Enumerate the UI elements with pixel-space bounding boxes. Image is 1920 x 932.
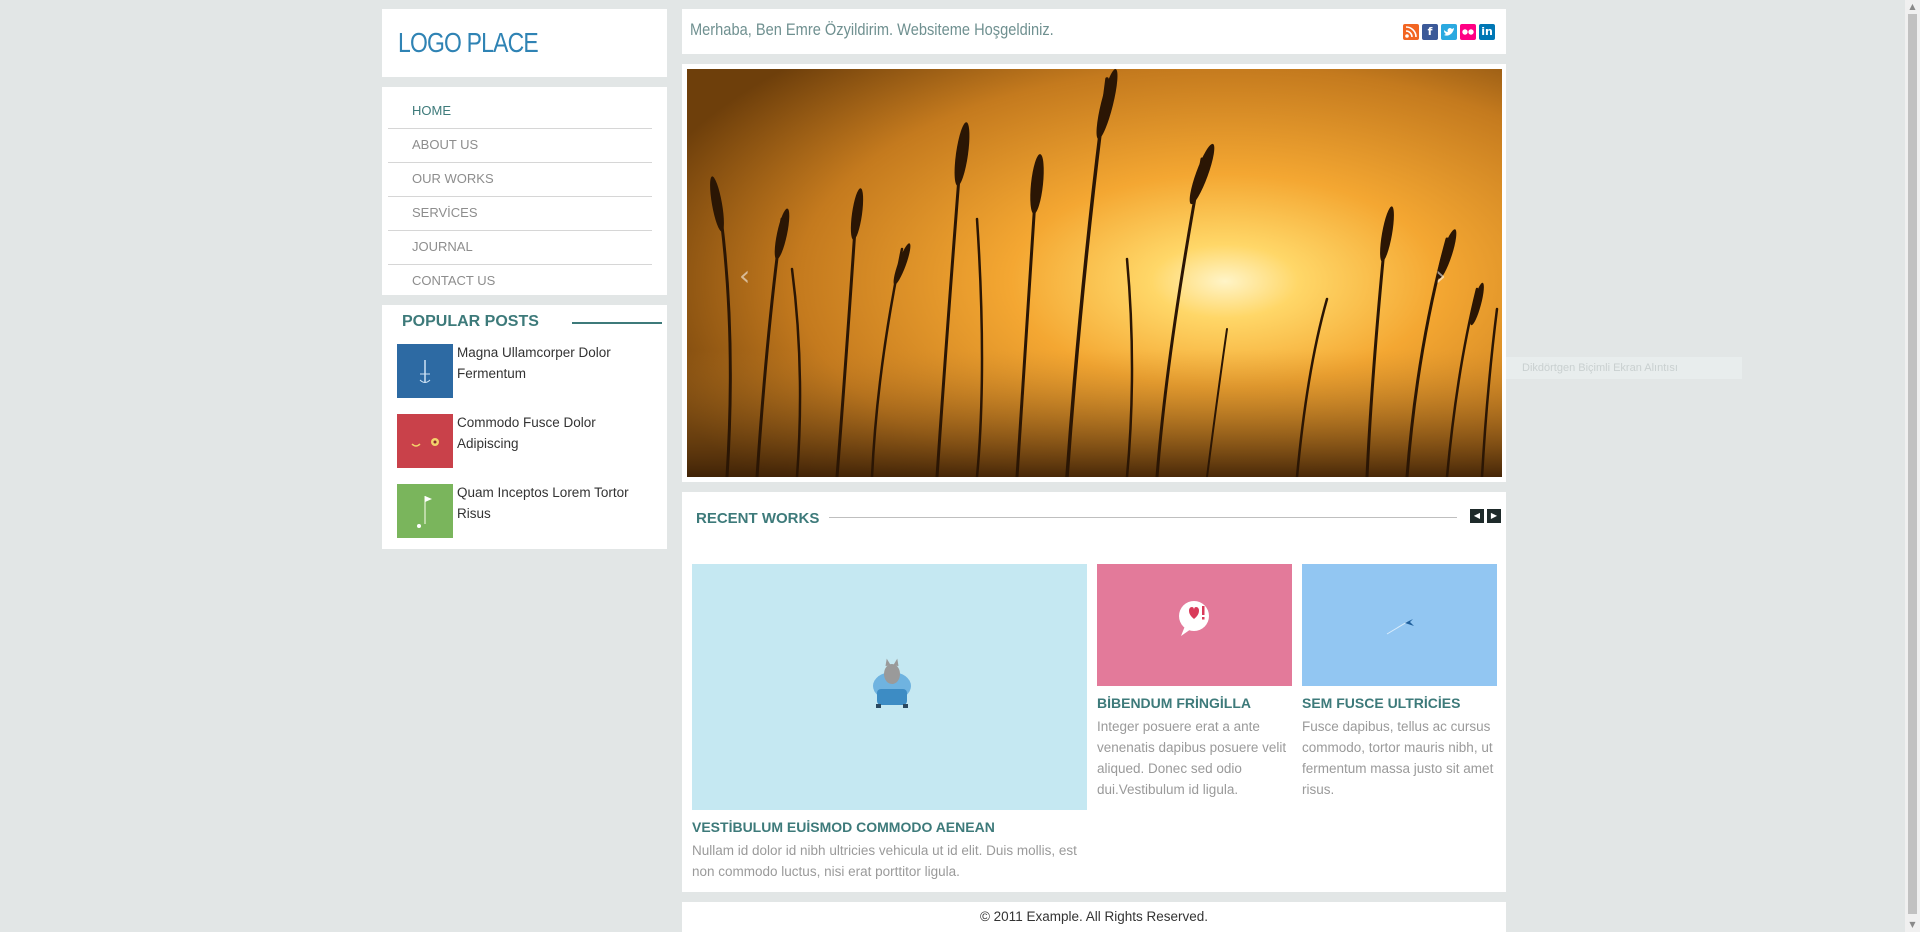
scroll-up-arrow-icon[interactable]: ▲ bbox=[1908, 2, 1917, 12]
work-description: Integer posuere erat a ante venenatis da… bbox=[1097, 719, 1287, 797]
popular-post-item[interactable]: Quam Inceptos Lorem Tortor Risus bbox=[397, 484, 662, 540]
works-prev-button[interactable]: ◀ bbox=[1470, 509, 1484, 523]
scroll-down-arrow-icon[interactable]: ▼ bbox=[1908, 920, 1917, 930]
flickr-icon[interactable] bbox=[1460, 24, 1476, 40]
work-description: Fusce dapibus, tellus ac cursus commodo,… bbox=[1302, 719, 1494, 797]
works-next-button[interactable]: ▶ bbox=[1487, 509, 1501, 523]
slider-image: ‹ › bbox=[687, 69, 1502, 477]
popular-post-item[interactable]: Commodo Fusce Dolor Adipiscing bbox=[397, 414, 662, 470]
post-title[interactable]: Quam Inceptos Lorem Tortor Risus bbox=[457, 482, 657, 524]
work-title[interactable]: SEM FUSCE ULTRİCİES bbox=[1302, 695, 1460, 711]
screenshot-tooltip: Dikdörtgen Biçimli Ekran Alıntısı bbox=[1506, 357, 1742, 379]
nav-item-services[interactable]: SERVİCES bbox=[388, 197, 652, 231]
vertical-scrollbar[interactable]: ▲ ▼ bbox=[1905, 0, 1920, 932]
cat-on-sofa-icon bbox=[873, 658, 911, 708]
popular-posts-title: POPULAR POSTS bbox=[402, 313, 539, 330]
scrollbar-thumb[interactable] bbox=[1908, 14, 1917, 914]
footer: © 2011 Example. All Rights Reserved. bbox=[682, 902, 1506, 932]
slider-next-button[interactable]: › bbox=[1435, 259, 1446, 292]
nav-item-contact-us[interactable]: CONTACT US bbox=[388, 265, 652, 298]
airplane-icon bbox=[1386, 619, 1414, 635]
speech-bubble-heart-icon bbox=[1179, 601, 1209, 636]
logo[interactable]: LOGO PLACE bbox=[398, 27, 539, 59]
nav-item-home[interactable]: HOME bbox=[388, 95, 652, 129]
golf-flag-icon bbox=[417, 496, 432, 528]
facebook-icon[interactable]: f bbox=[1422, 24, 1438, 40]
nav-list: HOME ABOUT US OUR WORKS SERVİCES JOURNAL… bbox=[388, 95, 652, 298]
post-title[interactable]: Magna Ullamcorper Dolor Fermentum bbox=[457, 342, 657, 384]
post-thumbnail[interactable] bbox=[397, 414, 453, 468]
logo-panel: LOGO PLACE bbox=[382, 9, 667, 77]
title-underline bbox=[572, 322, 662, 324]
copyright-text: © 2011 Example. All Rights Reserved. bbox=[979, 909, 1209, 924]
rss-icon[interactable] bbox=[1403, 24, 1419, 40]
popular-posts-panel: POPULAR POSTS Magna Ullamcorper Dolor Fe… bbox=[382, 305, 667, 549]
work-item[interactable]: VESTİBULUM EUİSMOD COMMODO AENEAN Nullam… bbox=[692, 564, 1087, 884]
popular-post-item[interactable]: Magna Ullamcorper Dolor Fermentum bbox=[397, 344, 662, 400]
nav-item-journal[interactable]: JOURNAL bbox=[388, 231, 652, 265]
nav-item-our-works[interactable]: OUR WORKS bbox=[388, 163, 652, 197]
recent-works-title: RECENT WORKS bbox=[696, 510, 820, 527]
face-icon bbox=[411, 438, 439, 447]
work-image[interactable] bbox=[1097, 564, 1292, 686]
main-navigation: HOME ABOUT US OUR WORKS SERVİCES JOURNAL… bbox=[382, 87, 667, 295]
work-title[interactable]: BİBENDUM FRİNGİLLA bbox=[1097, 695, 1251, 711]
work-item[interactable]: SEM FUSCE ULTRİCİES Fusce dapibus, tellu… bbox=[1302, 564, 1497, 884]
slider-prev-button[interactable]: ‹ bbox=[739, 259, 750, 292]
work-item[interactable]: BİBENDUM FRİNGİLLA Integer posuere erat … bbox=[1097, 564, 1292, 884]
top-header-bar: Merhaba, Ben Emre Özyildirim. Websiteme … bbox=[682, 9, 1506, 54]
image-slider: ‹ › bbox=[682, 64, 1506, 482]
work-description: Nullam id dolor id nibh ultricies vehicu… bbox=[692, 843, 1077, 879]
nav-item-about-us[interactable]: ABOUT US bbox=[388, 129, 652, 163]
post-thumbnail[interactable] bbox=[397, 344, 453, 398]
welcome-message: Merhaba, Ben Emre Özyildirim. Websiteme … bbox=[690, 20, 1054, 39]
twitter-icon[interactable] bbox=[1441, 24, 1457, 40]
work-image[interactable] bbox=[692, 564, 1087, 810]
post-thumbnail[interactable] bbox=[397, 484, 453, 538]
work-title[interactable]: VESTİBULUM EUİSMOD COMMODO AENEAN bbox=[692, 819, 995, 835]
linkedin-icon[interactable]: in bbox=[1479, 24, 1495, 40]
work-image[interactable] bbox=[1302, 564, 1497, 686]
post-title[interactable]: Commodo Fusce Dolor Adipiscing bbox=[457, 412, 657, 454]
recent-works-panel: RECENT WORKS ◀ ▶ VESTİBULUM EUİSMOD COMM… bbox=[682, 492, 1506, 892]
anchor-icon bbox=[419, 360, 431, 383]
section-divider bbox=[829, 517, 1457, 518]
